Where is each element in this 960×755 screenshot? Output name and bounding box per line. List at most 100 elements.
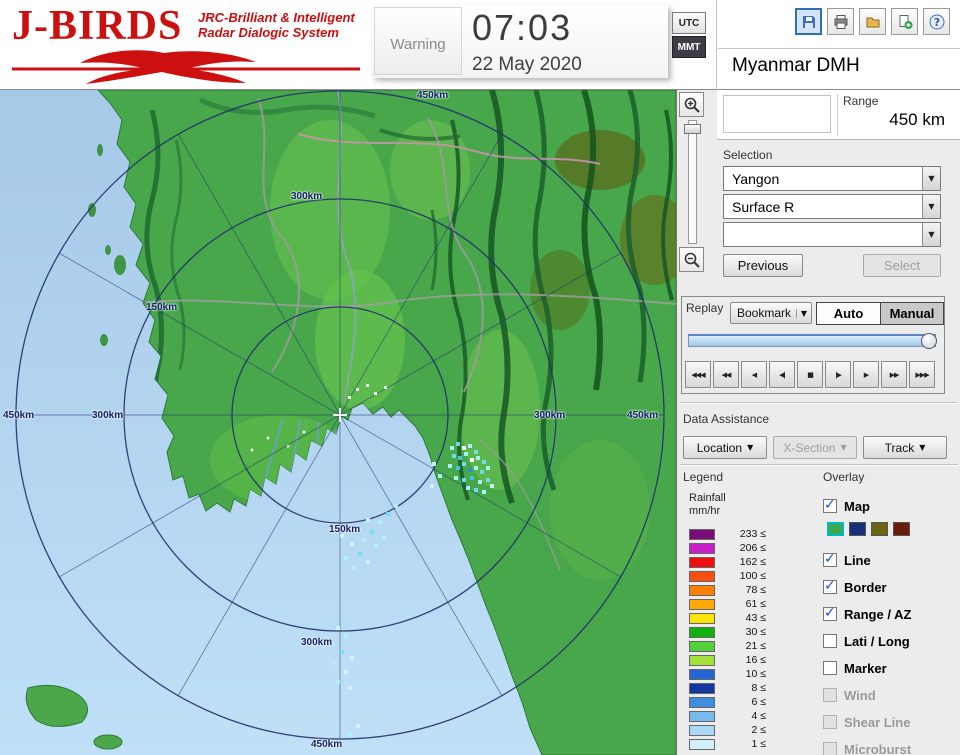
save-button[interactable]: [795, 8, 822, 35]
legend-color-swatch: [689, 669, 715, 680]
step-forward-button[interactable]: |▶: [825, 361, 851, 388]
overlay-item-map[interactable]: Map: [823, 497, 870, 515]
timeline-knob[interactable]: [921, 333, 937, 349]
legend-row: 4 ≤: [689, 710, 766, 722]
j-birds-app: J-BIRDS JRC-Brilliant & Intelligent Rada…: [0, 0, 960, 755]
product-dropdown[interactable]: Surface R ▼: [723, 194, 941, 219]
legend-value: 21 ≤: [720, 640, 766, 652]
map-checkbox[interactable]: [823, 499, 837, 513]
overlay-item-marker[interactable]: Marker: [823, 659, 887, 677]
select-button[interactable]: Select: [863, 254, 941, 277]
track-button[interactable]: Track ▼: [863, 436, 947, 459]
border-checkbox[interactable]: [823, 580, 837, 594]
help-icon: ?: [929, 14, 945, 30]
skip-start-button[interactable]: ◀◀◀: [685, 361, 711, 388]
mmt-button[interactable]: MMT: [672, 36, 706, 58]
play-reverse-button[interactable]: ◀: [741, 361, 767, 388]
skip-end-button[interactable]: ▶▶▶: [909, 361, 935, 388]
overlay-item-border[interactable]: Border: [823, 578, 887, 596]
replay-label: Replay: [686, 301, 723, 315]
zoom-control: [679, 92, 705, 272]
legend-row: 6 ≤: [689, 696, 766, 708]
radar-map-display[interactable]: 450km 300km 150km 450km 300km 300km 450k…: [0, 90, 676, 755]
map-style-swatch-olive[interactable]: [871, 522, 888, 536]
overlay-item-wind: Wind: [823, 686, 876, 704]
lati-long-checkbox[interactable]: [823, 634, 837, 648]
zoom-slider-thumb[interactable]: [684, 124, 701, 134]
eagle-logo-icon: [12, 48, 360, 86]
clock-date: 22 May 2020: [472, 54, 662, 76]
stop-button[interactable]: ■: [797, 361, 823, 388]
range-ring-label: 450km: [417, 90, 448, 101]
manual-button[interactable]: Manual: [880, 303, 943, 324]
map-style-swatch-maroon[interactable]: [893, 522, 910, 536]
shear-line-checkbox: [823, 715, 837, 729]
legend-value: 10 ≤: [720, 668, 766, 680]
export-button[interactable]: [891, 8, 918, 35]
location-button[interactable]: Location ▼: [683, 436, 767, 459]
sidebar: Range 450 km Selection Yangon ▼ Surface …: [676, 90, 960, 755]
map-style-swatch-green[interactable]: [827, 522, 844, 536]
previous-button[interactable]: Previous: [723, 254, 803, 277]
chevron-down-icon[interactable]: ▼: [922, 195, 940, 218]
warning-label: Warning: [390, 36, 445, 53]
marker-checkbox[interactable]: [823, 661, 837, 675]
range-separator: [837, 94, 838, 136]
legend-color-swatch: [689, 571, 715, 582]
overlay-title: Overlay: [823, 470, 864, 484]
zoom-slider[interactable]: [688, 120, 697, 244]
legend-unit-line1: Rainfall: [689, 492, 726, 504]
replay-mode-toggle: Auto Manual: [816, 302, 944, 325]
legend-unit-line2: mm/hr: [689, 505, 720, 517]
replay-timeline-slider[interactable]: [688, 334, 936, 347]
x-section-button[interactable]: X-Section ▼: [773, 436, 857, 459]
warning-button[interactable]: Warning: [374, 7, 462, 75]
range-ring-label: 300km: [301, 637, 332, 648]
station-strip: Myanmar DMH: [718, 48, 960, 89]
option-dropdown[interactable]: ▼: [723, 222, 941, 247]
legend-value: 6 ≤: [720, 696, 766, 708]
legend-row: 8 ≤: [689, 682, 766, 694]
play-button[interactable]: ▶: [853, 361, 879, 388]
legend-color-swatch: [689, 739, 715, 750]
bookmark-button[interactable]: Bookmark ▼: [730, 302, 812, 324]
print-button[interactable]: [827, 8, 854, 35]
legend-color-swatch: [689, 641, 715, 652]
legend-value: 233 ≤: [720, 528, 766, 540]
site-dropdown[interactable]: Yangon ▼: [723, 166, 941, 191]
help-button[interactable]: ?: [923, 8, 950, 35]
range-ring-label: 450km: [311, 739, 342, 750]
overlay-item-range-az[interactable]: Range / AZ: [823, 605, 911, 623]
bookmark-label: Bookmark: [737, 306, 791, 320]
chevron-down-icon[interactable]: ▼: [922, 223, 940, 246]
range-display-box: [723, 95, 831, 133]
map-style-swatches: [827, 522, 910, 536]
step-back-button[interactable]: ◀|: [769, 361, 795, 388]
map-style-swatch-navy[interactable]: [849, 522, 866, 536]
overlay-item-lati-long[interactable]: Lati / Long: [823, 632, 910, 650]
data-assistance-label: Data Assistance: [683, 412, 769, 426]
auto-button[interactable]: Auto: [817, 303, 880, 324]
clock-time: 07:03: [472, 7, 662, 49]
fast-forward-button[interactable]: ▶▶: [881, 361, 907, 388]
data-assistance-buttons: Location ▼ X-Section ▼ Track ▼: [683, 436, 947, 459]
zoom-out-button[interactable]: [679, 247, 704, 272]
legend-row: 21 ≤: [689, 640, 766, 652]
range-ring-label: 450km: [3, 410, 34, 421]
utc-button[interactable]: UTC: [672, 12, 706, 34]
range-az-checkbox[interactable]: [823, 607, 837, 621]
overlay-item-line[interactable]: Line: [823, 551, 871, 569]
legend-value: 16 ≤: [720, 654, 766, 666]
chevron-down-icon[interactable]: ▼: [922, 167, 940, 190]
toolbar: ?: [795, 8, 950, 35]
zoom-in-button[interactable]: [679, 92, 704, 117]
chevron-down-icon: ▼: [796, 309, 807, 318]
site-dropdown-value: Yangon: [724, 171, 922, 187]
line-checkbox[interactable]: [823, 553, 837, 567]
microburst-checkbox: [823, 742, 837, 755]
divider: [680, 402, 958, 404]
legend-value: 8 ≤: [720, 682, 766, 694]
range-value: 450 km: [889, 110, 945, 130]
open-folder-button[interactable]: [859, 8, 886, 35]
rewind-button[interactable]: ◀◀: [713, 361, 739, 388]
